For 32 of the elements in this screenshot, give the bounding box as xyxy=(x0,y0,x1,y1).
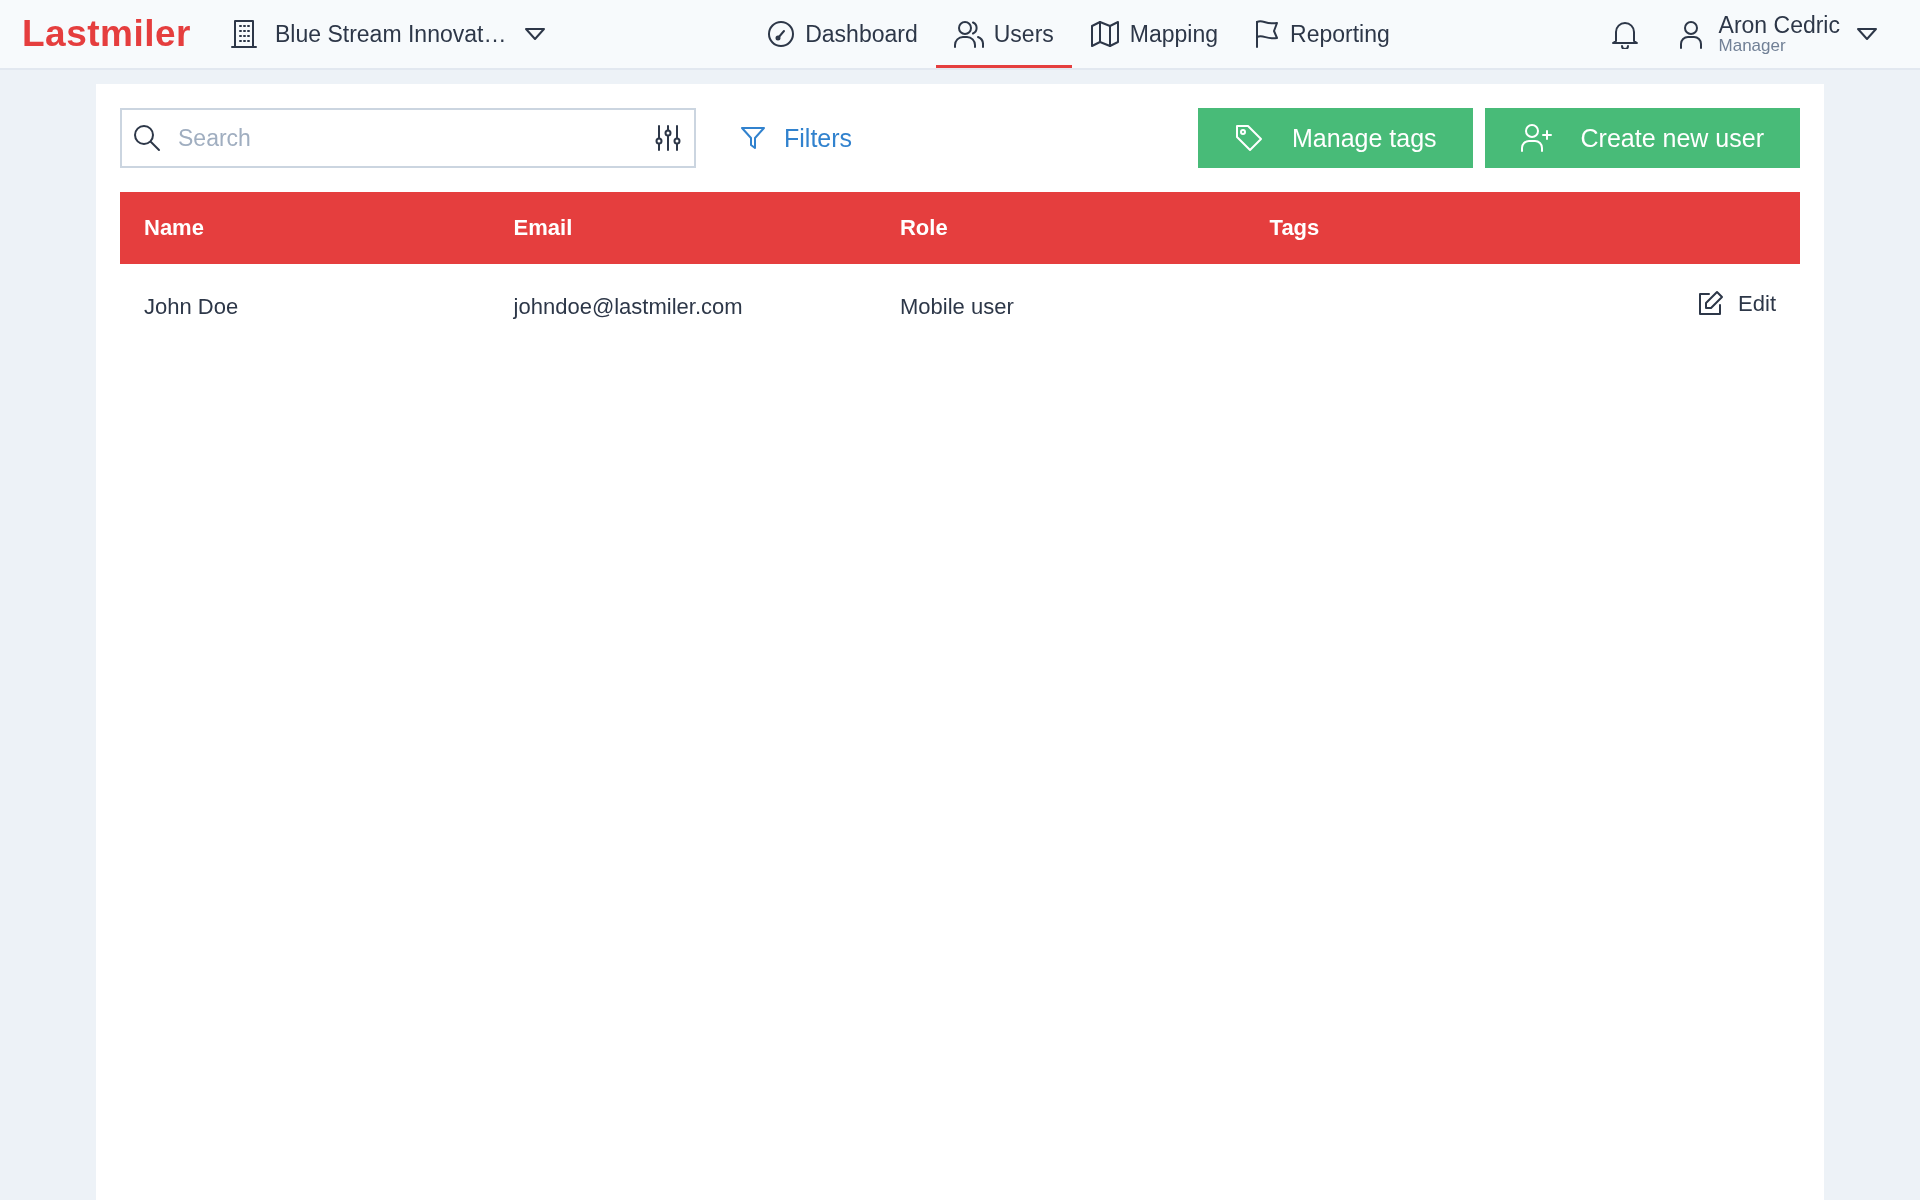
person-icon xyxy=(1678,19,1703,49)
flag-icon xyxy=(1254,19,1281,49)
column-header: Name xyxy=(120,192,490,264)
column-header: Tags xyxy=(1245,192,1632,264)
filter-icon xyxy=(740,125,766,151)
tag-icon xyxy=(1234,123,1264,153)
table-cell: John Doe xyxy=(144,294,239,319)
user-add-icon xyxy=(1520,123,1553,153)
nav-tab[interactable]: Reporting xyxy=(1236,0,1408,68)
user-role: Manager xyxy=(1718,37,1787,55)
edit-icon xyxy=(1696,290,1725,318)
nav-tab[interactable]: Mapping xyxy=(1071,0,1237,68)
users-icon xyxy=(953,20,984,48)
column-header: Role xyxy=(876,192,1246,264)
caret-icon[interactable] xyxy=(524,27,547,41)
sliders-icon[interactable] xyxy=(654,124,682,152)
caret-icon[interactable] xyxy=(1856,27,1878,41)
building-icon xyxy=(231,19,257,49)
nav-tab[interactable]: Dashboard xyxy=(749,0,936,68)
column-header: Email xyxy=(489,192,876,264)
map-icon xyxy=(1089,20,1120,48)
bell-icon[interactable] xyxy=(1610,19,1639,49)
table-cell: johndoe@lastmiler.com xyxy=(513,294,743,319)
search-field[interactable]: Search xyxy=(120,108,696,168)
table-cell: Mobile user xyxy=(900,294,1014,319)
organization-selector[interactable]: Blue Stream Innovat… xyxy=(231,19,547,49)
gauge-icon xyxy=(767,20,796,48)
user-name: Aron Cedric xyxy=(1718,13,1840,38)
logo[interactable]: Lastmiler xyxy=(22,13,191,55)
filters-button[interactable]: Filters xyxy=(734,122,859,154)
nav-tab[interactable]: Users xyxy=(935,0,1072,68)
edit-button[interactable]: Edit xyxy=(1696,290,1776,318)
